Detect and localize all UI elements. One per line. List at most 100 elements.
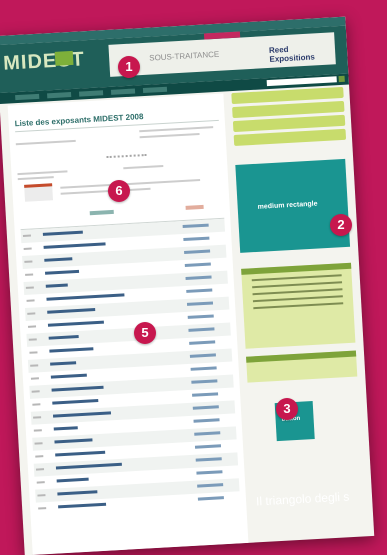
- sidebar-link[interactable]: [252, 281, 343, 289]
- country-link[interactable]: [186, 301, 214, 306]
- brand-logo-mark: [54, 50, 74, 66]
- leaderboard-ad[interactable]: SOUS-TRAITANCE Reed Expositions: [108, 31, 336, 77]
- row-index: [30, 377, 39, 380]
- country-link[interactable]: [184, 249, 211, 254]
- country-link[interactable]: [189, 340, 216, 345]
- column-header-name[interactable]: [89, 209, 114, 216]
- column-header-country[interactable]: [185, 204, 204, 210]
- sidebar-link[interactable]: [251, 274, 342, 282]
- exhibitor-link[interactable]: [58, 502, 107, 509]
- country-link[interactable]: [195, 457, 222, 462]
- table-body: [20, 218, 241, 516]
- medium-rectangle-ad[interactable]: medium rectangle: [235, 158, 351, 253]
- sidebar-link[interactable]: [252, 295, 343, 303]
- exhibitor-link[interactable]: [47, 320, 104, 327]
- exhibitor-link[interactable]: [48, 335, 79, 340]
- country-link[interactable]: [197, 483, 224, 488]
- row-index: [37, 494, 46, 497]
- ad-text: SOUS-TRAITANCE: [148, 49, 220, 63]
- info-text: [123, 165, 164, 170]
- info-text: [17, 176, 54, 181]
- exhibitor-link[interactable]: [52, 399, 99, 405]
- row-index: [22, 234, 31, 237]
- exhibitor-link[interactable]: [50, 361, 77, 366]
- country-link[interactable]: [189, 353, 216, 358]
- row-index: [33, 429, 42, 432]
- row-index: [24, 260, 33, 263]
- exhibitor-link[interactable]: [50, 373, 87, 379]
- country-link[interactable]: [191, 379, 218, 384]
- country-link[interactable]: [192, 392, 219, 397]
- header-pink-button[interactable]: [203, 31, 241, 40]
- exhibitor-link[interactable]: [55, 462, 122, 470]
- row-index: [23, 247, 32, 250]
- country-link[interactable]: [192, 405, 219, 410]
- exhibitor-link[interactable]: [52, 411, 112, 418]
- exhibitor-link[interactable]: [44, 269, 80, 275]
- filter-text: [15, 139, 76, 146]
- menu-tab[interactable]: [47, 92, 72, 99]
- exhibitor-link[interactable]: [57, 490, 98, 496]
- callout-marker: 5: [134, 322, 156, 344]
- ad-logo: Reed Expositions: [268, 44, 316, 64]
- country-link[interactable]: [190, 366, 217, 371]
- country-link[interactable]: [194, 431, 221, 436]
- exhibitor-link[interactable]: [55, 450, 106, 457]
- country-link[interactable]: [196, 470, 223, 475]
- search-button[interactable]: [338, 75, 345, 83]
- filter-text: [139, 126, 214, 133]
- country-link[interactable]: [193, 418, 220, 423]
- country-link[interactable]: [194, 444, 222, 449]
- sidebar-link[interactable]: [252, 288, 343, 296]
- exhibitor-link[interactable]: [44, 257, 73, 262]
- country-link[interactable]: [186, 288, 213, 293]
- filter-text: [139, 132, 200, 139]
- country-link[interactable]: [185, 275, 212, 280]
- row-index: [27, 312, 36, 315]
- pagination[interactable]: [106, 153, 147, 163]
- sidebar-box-header: [246, 350, 357, 363]
- exhibitor-link[interactable]: [49, 347, 94, 353]
- row-index: [25, 273, 34, 276]
- info-text: [60, 178, 201, 189]
- info-text: [60, 187, 151, 195]
- country-link[interactable]: [182, 223, 209, 229]
- exhibitor-link[interactable]: [51, 385, 104, 392]
- exhibitor-link[interactable]: [46, 293, 125, 301]
- row-index: [38, 507, 47, 510]
- sidebar-login-box: [246, 350, 358, 383]
- row-index: [27, 325, 37, 328]
- row-index: [30, 364, 39, 367]
- country-link[interactable]: [187, 314, 214, 319]
- exhibitor-link[interactable]: [47, 308, 96, 314]
- row-index: [36, 481, 45, 484]
- callout-marker: 6: [108, 180, 130, 202]
- sidebar-link[interactable]: [253, 302, 344, 310]
- menu-tab[interactable]: [142, 86, 168, 94]
- search-input[interactable]: [266, 76, 337, 87]
- exhibitor-logo: [24, 183, 54, 202]
- exhibitor-link[interactable]: [45, 283, 68, 288]
- exhibitor-link[interactable]: [56, 477, 89, 483]
- sidebar-pill-link[interactable]: [233, 128, 347, 147]
- callout-marker: 2: [330, 214, 352, 236]
- country-link[interactable]: [183, 236, 210, 242]
- menu-tab[interactable]: [110, 88, 136, 95]
- country-link[interactable]: [184, 262, 211, 267]
- menu-tab[interactable]: [15, 93, 40, 101]
- menu-tab[interactable]: [78, 90, 104, 97]
- exhibitor-link[interactable]: [42, 230, 83, 236]
- sidebar-box-header: [241, 262, 352, 275]
- country-link[interactable]: [197, 496, 224, 501]
- exhibitor-link[interactable]: [43, 242, 106, 249]
- medium-rectangle-label: medium rectangle: [257, 200, 318, 211]
- row-index: [34, 442, 43, 445]
- country-link[interactable]: [188, 327, 215, 332]
- exhibitor-link[interactable]: [54, 438, 93, 444]
- info-text: [17, 170, 68, 176]
- exhibitor-link[interactable]: [53, 426, 78, 431]
- row-index: [26, 299, 35, 302]
- row-index: [31, 390, 40, 393]
- row-index: [32, 403, 41, 406]
- row-index: [35, 455, 44, 458]
